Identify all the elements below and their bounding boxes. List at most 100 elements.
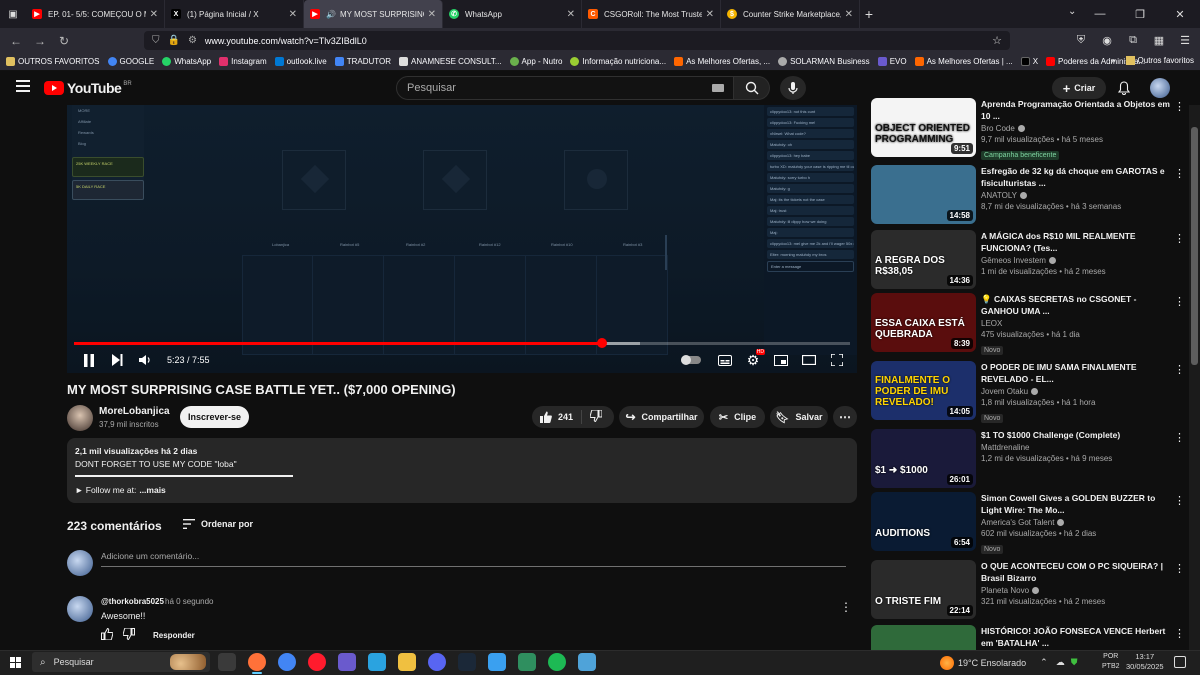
more-vertical-icon[interactable]: ⋮: [1174, 232, 1185, 245]
scrollbar-thumb[interactable]: [1191, 127, 1198, 365]
forward-icon[interactable]: →: [28, 34, 52, 48]
recommendation-channel[interactable]: Gêmeos Investem: [981, 256, 1173, 265]
cloud-icon[interactable]: ☁: [1056, 657, 1065, 668]
next-button[interactable]: [103, 347, 131, 373]
comment-author-avatar[interactable]: [67, 596, 93, 622]
list-tabs-chevron-icon[interactable]: ⌄: [1068, 6, 1076, 17]
recommendation-thumbnail[interactable]: A REGRA DOS R$38,05 14:36: [871, 230, 976, 289]
browser-tab-5[interactable]: $ Counter Strike Marketplace, Buy ✕: [721, 0, 860, 28]
more-vertical-icon[interactable]: ⋮: [1174, 167, 1185, 180]
shield-tray-icon[interactable]: ⛊: [1071, 657, 1078, 668]
description-box[interactable]: 2,1 mil visualizações há 2 dias DONT FOR…: [67, 438, 857, 503]
file-explorer-icon[interactable]: [398, 653, 416, 671]
minimize-icon[interactable]: —: [1080, 8, 1120, 20]
miniplayer-button[interactable]: [767, 347, 795, 373]
recommendation-item[interactable]: 14:58 Esfregão de 32 kg dá choque em GARO…: [871, 165, 1189, 229]
bookmark-anamnese[interactable]: ANAMNESE CONSULT...: [399, 57, 502, 66]
bookmark-star-icon[interactable]: ☆: [992, 34, 1002, 47]
recommendation-title[interactable]: O PODER DE IMU SAMA FINALMENTE REVELADO …: [981, 361, 1173, 385]
weather-sun-icon[interactable]: [940, 655, 954, 670]
close-tab-icon[interactable]: ✕: [567, 9, 575, 20]
bookmark-evo[interactable]: EVO: [877, 57, 907, 66]
recommendation-channel[interactable]: Bro Code: [981, 124, 1173, 133]
more-vertical-icon[interactable]: ⋮: [1174, 431, 1185, 444]
recommendation-item[interactable]: AUDITIONS 6:54 Simon Cowell Gives a GOLDEN…: [871, 492, 1189, 556]
more-vertical-icon[interactable]: ⋮: [1174, 295, 1185, 308]
recommendation-channel[interactable]: LEOX: [981, 319, 1173, 328]
bookmark-informacao-nutricional[interactable]: Informação nutriciona...: [570, 57, 666, 66]
bookmark-solarman[interactable]: SOLARMAN Business: [778, 57, 870, 66]
chrome-icon[interactable]: [278, 653, 296, 671]
comment-more-icon[interactable]: ⋮: [840, 600, 852, 614]
recommendation-item[interactable]: O TRISTE FIM 22:14 O QUE ACONTECEU COM O P…: [871, 560, 1189, 624]
other-bookmarks[interactable]: » Outros favoritos: [1111, 56, 1194, 65]
more-vertical-icon[interactable]: ⋮: [1174, 363, 1185, 376]
recommendation-item[interactable]: FINALMENTE O PODER DE IMU REVELADO! 14:05…: [871, 361, 1189, 425]
extension-badge-icon[interactable]: ▦: [1148, 30, 1170, 50]
theater-mode-button[interactable]: [795, 347, 823, 373]
comment-time[interactable]: há 0 segundo: [165, 597, 214, 606]
browser-tab-4[interactable]: C CSGORoll: The Most Trusted & Fa ✕: [582, 0, 721, 28]
firefox-icon[interactable]: [248, 653, 266, 671]
recommendation-title[interactable]: Aprenda Programação Orientada a Objetos …: [981, 98, 1173, 122]
more-vertical-icon[interactable]: ⋮: [1174, 494, 1185, 507]
browser-tab-1[interactable]: X (1) Página Inicial / X ✕: [165, 0, 304, 28]
permissions-icon[interactable]: ⚙: [188, 35, 197, 46]
recommendation-channel[interactable]: ANATOLY: [981, 191, 1173, 200]
taskbar-search-input[interactable]: ⌕ Pesquisar: [32, 652, 210, 672]
recommendation-thumbnail[interactable]: OBJECT ORIENTED PROGRAMMING 9:51: [871, 98, 976, 157]
recommendation-thumbnail[interactable]: AUDITIONS 6:54: [871, 492, 976, 551]
recommendation-channel[interactable]: Planeta Novo: [981, 586, 1173, 595]
channel-avatar[interactable]: [67, 405, 93, 431]
recommendation-thumbnail[interactable]: 14:58: [871, 165, 976, 224]
comment-author[interactable]: @thorkobra5025: [101, 597, 164, 606]
recommendation-title[interactable]: Esfregão de 32 kg dá choque em GAROTAS e…: [981, 165, 1173, 189]
search-input[interactable]: Pesquisar: [396, 76, 734, 100]
close-window-icon[interactable]: ✕: [1160, 8, 1200, 21]
recommendation-title[interactable]: HISTÓRICO! JOÃO FONSECA VENCE Herbert em…: [981, 625, 1173, 649]
app-icon[interactable]: [338, 653, 356, 671]
show-more-link[interactable]: ...mais: [139, 485, 165, 495]
lock-icon[interactable]: 🔒: [168, 35, 180, 46]
reload-icon[interactable]: ↻: [52, 34, 76, 48]
notes-icon[interactable]: [578, 653, 596, 671]
new-tab-icon[interactable]: +: [860, 6, 878, 22]
recommendation-title[interactable]: $1 TO $1000 Challenge (Complete): [981, 429, 1173, 441]
search-button[interactable]: [734, 76, 770, 100]
recommendation-title[interactable]: 💡 CAIXAS SECRETAS no CSGONET - GANHOU UM…: [981, 293, 1173, 317]
close-tab-icon[interactable]: ✕: [706, 9, 714, 20]
sort-comments-button[interactable]: Ordenar por: [183, 519, 253, 529]
more-vertical-icon[interactable]: ⋮: [1174, 562, 1185, 575]
input-language[interactable]: POR PTB2: [1102, 652, 1120, 672]
bookmark-google[interactable]: GOOGLE: [107, 57, 154, 66]
recommendation-thumbnail[interactable]: FINALMENTE O PODER DE IMU REVELADO! 14:05: [871, 361, 976, 420]
url-bar[interactable]: ⛉ 🔒 ⚙ www.youtube.com/watch?v=Tlv3ZIBdlL…: [144, 31, 1010, 50]
back-icon[interactable]: ←: [4, 34, 28, 48]
add-comment-input[interactable]: Adicione um comentário...: [101, 551, 846, 567]
keyboard-icon[interactable]: [712, 84, 724, 92]
taskbar-clock[interactable]: 13:17 30/05/2025: [1126, 652, 1164, 672]
steam-icon[interactable]: [458, 653, 476, 671]
account-icon[interactable]: ◉: [1096, 30, 1118, 50]
opera-icon[interactable]: [308, 653, 326, 671]
bookmark-outlook[interactable]: outlook.live: [274, 57, 327, 66]
save-button[interactable]: 🔖︎ Salvar: [770, 406, 828, 428]
recommendation-item[interactable]: $1 ➜ $1000 26:01 $1 TO $1000 Challenge (Co…: [871, 429, 1189, 493]
recommendation-channel[interactable]: Mattdrenaline: [981, 443, 1173, 452]
bookmark-x[interactable]: X: [1020, 57, 1038, 66]
clip-button[interactable]: ✂ Clipe: [710, 406, 765, 428]
restore-icon[interactable]: ❐: [1120, 8, 1160, 21]
browser-tab-0[interactable]: ▶ EP. 01- 5/5: COMEÇOU O MASTER ✕: [26, 0, 165, 28]
recommendation-item[interactable]: ESSA CAIXA ESTÁ QUEBRADA 8:39 💡 CAIXAS SEC…: [871, 293, 1189, 357]
windows-start-icon[interactable]: [10, 657, 21, 668]
settings-button[interactable]: ⚙ HD: [739, 347, 767, 373]
notification-center-icon[interactable]: [1174, 656, 1186, 668]
autoplay-toggle[interactable]: [681, 355, 701, 365]
recommendation-thumbnail[interactable]: $1 ➜ $1000 26:01: [871, 429, 976, 488]
close-tab-icon[interactable]: ✕: [428, 9, 436, 20]
pocket-icon[interactable]: ⛨: [1070, 30, 1092, 50]
discord-icon[interactable]: [428, 653, 446, 671]
spotify-icon[interactable]: [548, 653, 566, 671]
close-tab-icon[interactable]: ✕: [289, 9, 297, 20]
browser-tab-3[interactable]: ✆ WhatsApp ✕: [443, 0, 582, 28]
